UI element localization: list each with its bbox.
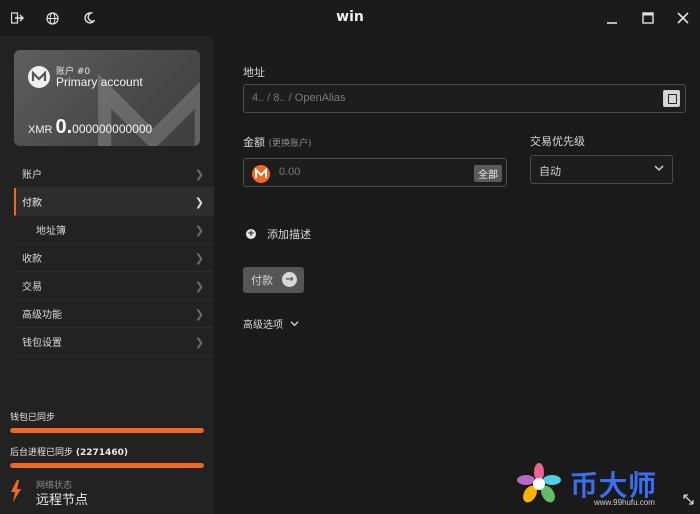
sidebar-item-address-book[interactable]: 地址簿 ❯ xyxy=(14,216,214,244)
chevron-down-icon xyxy=(654,163,664,176)
add-description-button[interactable]: + 添加描述 xyxy=(246,226,311,242)
send-button-label: 付款 xyxy=(251,274,273,287)
monero-logo-icon xyxy=(28,66,50,88)
balance-decimals: 000000000000 xyxy=(72,122,153,136)
address-input[interactable]: 4.. / 8.. / OpenAlias xyxy=(243,84,686,113)
daemon-sync-label: 后台进程已同步 (2271460) xyxy=(10,445,204,458)
lightning-icon xyxy=(10,480,22,507)
daemon-sync-text: 后台进程已同步 xyxy=(10,448,74,458)
sidebar-item-label: 地址簿 xyxy=(36,226,66,237)
add-description-label: 添加描述 xyxy=(267,228,311,241)
send-panel: 地址 4.. / 8.. / OpenAlias 金额 (更换账户) 0.00 … xyxy=(214,36,700,514)
wallet-sync-fill xyxy=(10,428,204,433)
sidebar-item-send[interactable]: 付款 ❯ xyxy=(14,188,214,216)
address-placeholder: 4.. / 8.. / OpenAlias xyxy=(252,92,346,104)
sidebar-item-advanced[interactable]: 高级功能 ❯ xyxy=(14,300,214,328)
priority-value: 自动 xyxy=(539,165,561,178)
account-balance: XMR 0.000000000000 xyxy=(28,116,152,139)
watermark-url: www.99hufu.com xyxy=(594,498,655,507)
amount-placeholder: 0.00 xyxy=(279,166,301,178)
title-bar: win xyxy=(0,0,700,36)
address-label: 地址 xyxy=(243,66,265,79)
window-title: win xyxy=(336,9,364,25)
watermark: 币大师 www.99hufu.com xyxy=(512,462,682,508)
sidebar-item-label: 收款 xyxy=(22,254,42,265)
sidebar-menu: 账户 ❯ 付款 ❯ 地址簿 ❯ 收款 ❯ 交易 ❯ 高级功能 ❯ 钱包设置 ❯ xyxy=(14,160,214,356)
flower-logo-icon xyxy=(517,463,561,503)
amount-input[interactable]: 0.00 全部 xyxy=(243,158,507,187)
balance-currency: XMR xyxy=(28,124,53,136)
priority-label: 交易优先级 xyxy=(530,135,585,148)
advanced-options-label: 高级选项 xyxy=(243,320,283,331)
daemon-block-height: (2271460) xyxy=(75,448,128,458)
plus-icon: + xyxy=(246,229,256,239)
sidebar-item-label: 账户 xyxy=(22,170,42,181)
sidebar-item-transactions[interactable]: 交易 ❯ xyxy=(14,272,214,300)
wallet-sync-label: 钱包已同步 xyxy=(10,413,56,423)
account-card[interactable]: 账户 #0 Primary account XMR 0.000000000000 xyxy=(14,50,200,146)
chevron-right-icon: ❯ xyxy=(194,196,204,209)
sidebar-item-label: 高级功能 xyxy=(22,310,62,321)
sidebar: 账户 #0 Primary account XMR 0.000000000000 … xyxy=(0,36,214,514)
daemon-sync-status: 后台进程已同步 (2271460) xyxy=(10,445,204,468)
sidebar-item-label: 钱包设置 xyxy=(22,338,62,349)
minimize-icon[interactable] xyxy=(603,9,621,27)
sidebar-item-label: 付款 xyxy=(22,198,42,209)
wallet-sync-status: 钱包已同步 xyxy=(10,410,204,433)
chevron-right-icon: ❯ xyxy=(194,252,204,265)
daemon-sync-bar xyxy=(10,463,204,468)
send-button[interactable]: 付款 → xyxy=(243,267,304,293)
send-all-button[interactable]: 全部 xyxy=(474,165,502,182)
wallet-sync-bar xyxy=(10,428,204,433)
amount-label: 金额 (更换账户) xyxy=(243,134,312,150)
network-status-value: 远程节点 xyxy=(36,493,89,508)
sidebar-item-label: 交易 xyxy=(22,282,42,293)
chevron-right-icon: ❯ xyxy=(194,168,204,181)
amount-label-text: 金额 xyxy=(243,136,265,149)
chevron-down-icon xyxy=(290,320,299,331)
resize-handle-icon[interactable] xyxy=(683,494,694,508)
priority-select[interactable]: 自动 xyxy=(530,155,673,184)
monero-coin-icon xyxy=(252,165,270,183)
arrow-right-icon: → xyxy=(282,272,297,287)
account-name: Primary account xyxy=(56,75,143,89)
close-icon[interactable] xyxy=(674,9,692,27)
maximize-icon[interactable] xyxy=(639,9,657,27)
change-account-link[interactable]: (更换账户) xyxy=(269,139,312,149)
chevron-right-icon: ❯ xyxy=(194,308,204,321)
chevron-right-icon: ❯ xyxy=(194,280,204,293)
chevron-right-icon: ❯ xyxy=(194,336,204,349)
balance-integer: 0. xyxy=(55,116,73,138)
daemon-sync-fill xyxy=(10,463,204,468)
chevron-right-icon: ❯ xyxy=(194,224,204,237)
sidebar-item-settings[interactable]: 钱包设置 ❯ xyxy=(14,328,214,356)
advanced-options-toggle[interactable]: 高级选项 xyxy=(243,316,299,331)
address-book-icon[interactable] xyxy=(663,90,680,107)
sidebar-item-account[interactable]: 账户 ❯ xyxy=(14,160,214,188)
sidebar-item-receive[interactable]: 收款 ❯ xyxy=(14,244,214,272)
